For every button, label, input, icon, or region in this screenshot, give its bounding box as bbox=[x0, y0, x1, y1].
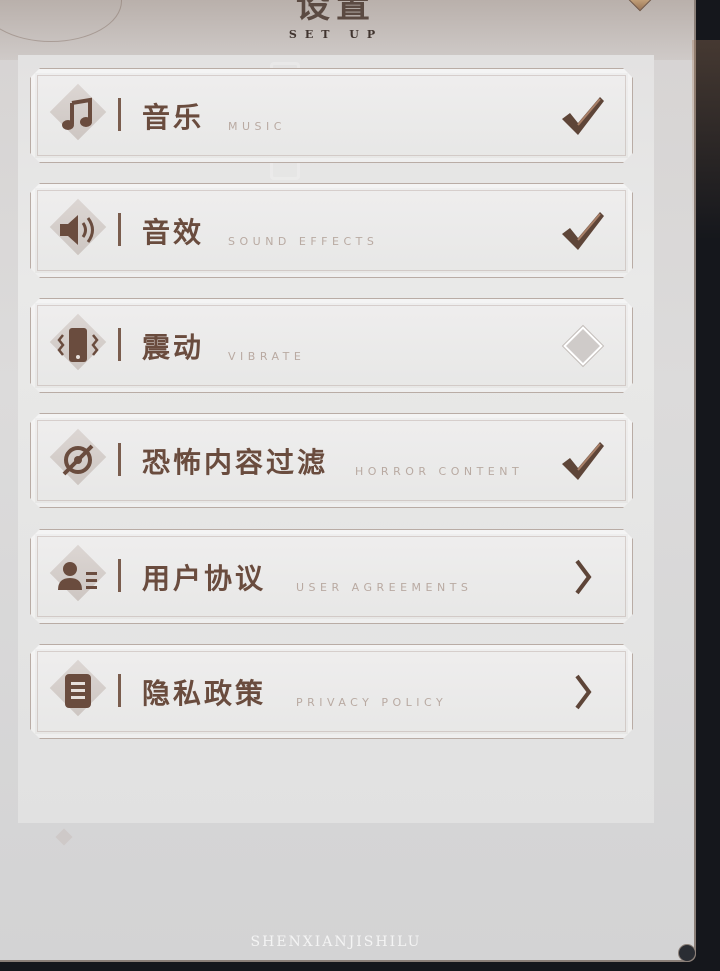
page-subtitle: SET UP bbox=[288, 28, 384, 41]
setting-sublabel: VIBRATE bbox=[228, 350, 306, 363]
user-card-icon bbox=[52, 553, 104, 599]
setting-label: 恐怖内容过滤 bbox=[142, 446, 329, 479]
chevron-right-icon[interactable] bbox=[559, 670, 607, 714]
setting-label: 用户协议 bbox=[142, 562, 267, 595]
row-inner-border bbox=[37, 75, 626, 156]
setting-label: 隐私政策 bbox=[142, 677, 267, 710]
setting-sublabel: HORROR CONTENT bbox=[355, 465, 524, 478]
music-note-icon bbox=[52, 92, 104, 138]
row-separator bbox=[118, 328, 121, 361]
row-separator bbox=[118, 674, 121, 707]
edge-glow bbox=[692, 40, 720, 240]
checkmark-toggle-icon[interactable] bbox=[559, 439, 607, 483]
row-inner-border bbox=[37, 305, 626, 386]
setting-label: 震动 bbox=[142, 331, 205, 364]
settings-row[interactable]: 恐怖内容过滤 HORROR CONTENT bbox=[30, 413, 633, 508]
watermark: SHENXIANJISHILU bbox=[250, 934, 422, 950]
settings-row[interactable]: 隐私政策 PRIVACY POLICY bbox=[30, 644, 633, 739]
row-separator bbox=[118, 559, 121, 592]
toggle-off-diamond-icon[interactable] bbox=[559, 324, 607, 368]
row-separator bbox=[118, 98, 121, 131]
small-diamond-deco bbox=[55, 828, 73, 846]
row-inner-border bbox=[37, 420, 626, 501]
row-inner-border bbox=[37, 536, 626, 617]
speaker-icon bbox=[52, 207, 104, 253]
settings-row[interactable]: 音乐 MUSIC bbox=[30, 68, 633, 163]
vibrate-phone-icon bbox=[52, 322, 104, 368]
setting-sublabel: PRIVACY POLICY bbox=[296, 696, 448, 709]
row-inner-border bbox=[37, 651, 626, 732]
chevron-right-icon[interactable] bbox=[559, 555, 607, 599]
setting-sublabel: MUSIC bbox=[228, 120, 286, 133]
setting-sublabel: SOUND EFFECTS bbox=[228, 235, 379, 248]
checkmark-toggle-icon[interactable] bbox=[559, 209, 607, 253]
row-inner-border bbox=[37, 190, 626, 271]
checkmark-toggle-icon[interactable] bbox=[559, 94, 607, 138]
corner-knob-icon bbox=[678, 944, 696, 962]
eye-slash-icon bbox=[52, 437, 104, 483]
document-icon bbox=[52, 668, 104, 714]
settings-panel: 设置 SET UP 音乐 MUSIC 音效 SOUND EFFECTS 震动 VIBRAT… bbox=[0, 0, 696, 962]
settings-row[interactable]: 用户协议 USER AGREEMENTS bbox=[30, 529, 633, 624]
page-title: 设置 bbox=[296, 0, 376, 26]
setting-label: 音效 bbox=[142, 216, 205, 249]
settings-row[interactable]: 震动 VIBRATE bbox=[30, 298, 633, 393]
setting-sublabel: USER AGREEMENTS bbox=[296, 581, 473, 594]
row-separator bbox=[118, 213, 121, 246]
settings-row[interactable]: 音效 SOUND EFFECTS bbox=[30, 183, 633, 278]
setting-label: 音乐 bbox=[142, 101, 205, 134]
row-separator bbox=[118, 443, 121, 476]
